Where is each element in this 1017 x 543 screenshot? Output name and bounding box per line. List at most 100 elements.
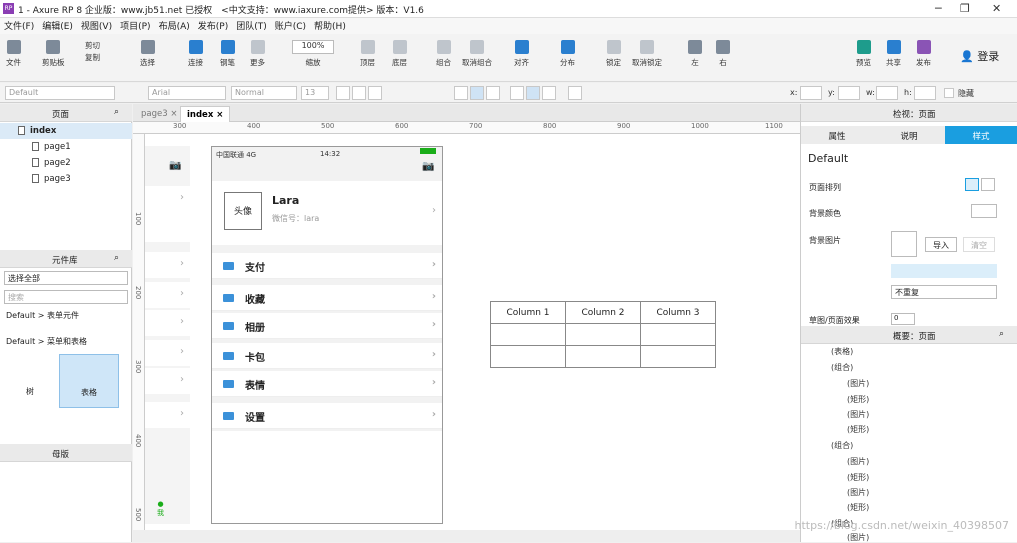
outline-item[interactable]: (矩形) <box>847 394 869 405</box>
style-name[interactable]: Default <box>808 152 848 165</box>
x-input[interactable] <box>800 86 822 100</box>
pen-tool[interactable]: 钢笔 <box>220 40 235 68</box>
clear-button[interactable]: 清空 <box>963 237 995 252</box>
y-input[interactable] <box>838 86 860 100</box>
close-button[interactable]: ✕ <box>992 2 1001 15</box>
outline-item[interactable]: (组合) <box>831 362 853 373</box>
align-left-page-button[interactable] <box>965 178 979 191</box>
widget-group-menu-table[interactable]: Default > 菜单和表格 <box>6 336 87 347</box>
outline-item[interactable]: (矩形) <box>847 472 869 483</box>
menu-row-cards[interactable]: 卡包 › <box>212 343 442 369</box>
left-button[interactable]: 左 <box>688 40 702 68</box>
font-select[interactable]: Arial <box>148 86 226 100</box>
valign-bottom-button[interactable] <box>542 86 556 100</box>
hidden-checkbox[interactable] <box>944 88 954 98</box>
bg-color-picker[interactable] <box>971 204 997 218</box>
page-item-page2[interactable]: page2 <box>0 155 132 171</box>
tab-index[interactable]: index × <box>180 106 231 122</box>
weight-select[interactable]: Normal <box>231 86 297 100</box>
image-align-buttons[interactable] <box>891 264 997 278</box>
table-cell[interactable] <box>490 323 566 346</box>
page-item-page1[interactable]: page1 <box>0 139 132 155</box>
style-select[interactable]: Default <box>5 86 115 100</box>
clipboard-button[interactable]: 剪贴板 <box>42 40 65 68</box>
cut-button[interactable]: 剪切 <box>85 40 100 51</box>
me-tab[interactable]: ● 我 <box>157 500 164 518</box>
menu-row-album[interactable]: 相册 › <box>212 313 442 339</box>
distribute-button[interactable]: 分布 <box>560 40 575 68</box>
minimize-button[interactable]: ─ <box>935 2 942 15</box>
table-widget[interactable]: Column 1 Column 2 Column 3 <box>490 301 716 368</box>
menu-row-stickers[interactable]: 表情 › <box>212 371 442 397</box>
more-button[interactable]: 更多 <box>250 40 265 68</box>
right-button[interactable]: 右 <box>716 40 730 68</box>
preview-button[interactable]: 预览 <box>856 40 871 68</box>
outline-item[interactable]: (图片) <box>847 409 869 420</box>
library-select[interactable]: 选择全部 <box>4 271 128 285</box>
menu-row-settings[interactable]: 设置 › <box>212 403 442 429</box>
page-item-page3[interactable]: page3 <box>0 171 132 187</box>
table-header-cell[interactable]: Column 1 <box>490 301 566 324</box>
w-input[interactable] <box>876 86 898 100</box>
menu-view[interactable]: 视图(V) <box>77 18 116 33</box>
menu-publish[interactable]: 发布(P) <box>194 18 232 33</box>
lock-button[interactable]: 锁定 <box>606 40 621 68</box>
import-button[interactable]: 导入 <box>925 237 957 252</box>
table-header-cell[interactable]: Column 2 <box>565 301 641 324</box>
h-input[interactable] <box>914 86 936 100</box>
tab-style[interactable]: 样式 <box>945 126 1017 144</box>
bring-top-button[interactable]: 顶层 <box>360 40 375 68</box>
sketch-input[interactable]: 0 <box>891 313 915 325</box>
align-button[interactable]: 对齐 <box>514 40 529 68</box>
profile-card[interactable]: 头像 Lara 微信号：lara › <box>212 181 442 245</box>
send-bottom-button[interactable]: 底层 <box>392 40 407 68</box>
align-center-button[interactable] <box>470 86 484 100</box>
table-header-cell[interactable]: Column 3 <box>640 301 716 324</box>
copy-button[interactable]: 复制 <box>85 52 100 63</box>
italic-button[interactable] <box>352 86 366 100</box>
table-cell[interactable] <box>640 345 716 368</box>
underline-button[interactable] <box>368 86 382 100</box>
align-left-button[interactable] <box>454 86 468 100</box>
select-tool[interactable]: 选择 <box>140 40 155 68</box>
page-item-index[interactable]: index <box>0 123 132 139</box>
widget-table[interactable]: 表格 <box>59 354 119 408</box>
menu-edit[interactable]: 编辑(E) <box>38 18 77 33</box>
table-cell[interactable] <box>565 345 641 368</box>
search-icon[interactable]: ⌕ <box>114 107 119 117</box>
bold-button[interactable] <box>336 86 350 100</box>
maximize-button[interactable]: ❐ <box>960 2 970 15</box>
menu-help[interactable]: 帮助(H) <box>310 18 350 33</box>
publish-button[interactable]: 发布 <box>916 40 931 68</box>
menu-project[interactable]: 项目(P) <box>116 18 154 33</box>
phone-mockup-partial[interactable]: 📷 › › › › › › › ● 我 <box>145 146 190 524</box>
outline-item[interactable]: (图片) <box>847 378 869 389</box>
widget-search-input[interactable]: 搜索 <box>4 290 128 304</box>
connect-tool[interactable]: 连接 <box>188 40 203 68</box>
menu-team[interactable]: 团队(T) <box>232 18 271 33</box>
menu-file[interactable]: 文件(F) <box>0 18 38 33</box>
outline-item[interactable]: (组合) <box>831 440 853 451</box>
table-cell[interactable] <box>640 323 716 346</box>
table-cell[interactable] <box>490 345 566 368</box>
group-button[interactable]: 组合 <box>436 40 451 68</box>
menu-row-favorites[interactable]: 收藏 › <box>212 285 442 311</box>
align-right-button[interactable] <box>486 86 500 100</box>
design-canvas[interactable]: 📷 › › › › › › › ● 我 中国联通 4G 14:32 📷 头像 La… <box>145 134 800 530</box>
camera-icon[interactable]: 📷 <box>422 161 434 172</box>
share-button[interactable]: 共享 <box>886 40 901 68</box>
size-select[interactable]: 13 <box>301 86 329 100</box>
outline-item[interactable]: (图片) <box>847 456 869 467</box>
horizontal-scrollbar[interactable] <box>133 530 800 542</box>
repeat-select[interactable]: 不重复 <box>891 285 997 299</box>
login-button[interactable]: 👤 登录 <box>960 48 999 64</box>
tab-page3[interactable]: page3 × <box>135 106 183 122</box>
align-center-page-button[interactable] <box>981 178 995 191</box>
phone-mockup[interactable]: 中国联通 4G 14:32 📷 头像 Lara 微信号：lara › 支付 › 收… <box>211 146 443 524</box>
valign-middle-button[interactable] <box>526 86 540 100</box>
outline-item[interactable]: (图片) <box>847 487 869 498</box>
search-icon[interactable]: ⌕ <box>114 253 119 263</box>
widget-tree[interactable]: 树 <box>8 354 52 408</box>
outline-item[interactable]: (矩形) <box>847 502 869 513</box>
tab-properties[interactable]: 属性 <box>801 126 873 144</box>
